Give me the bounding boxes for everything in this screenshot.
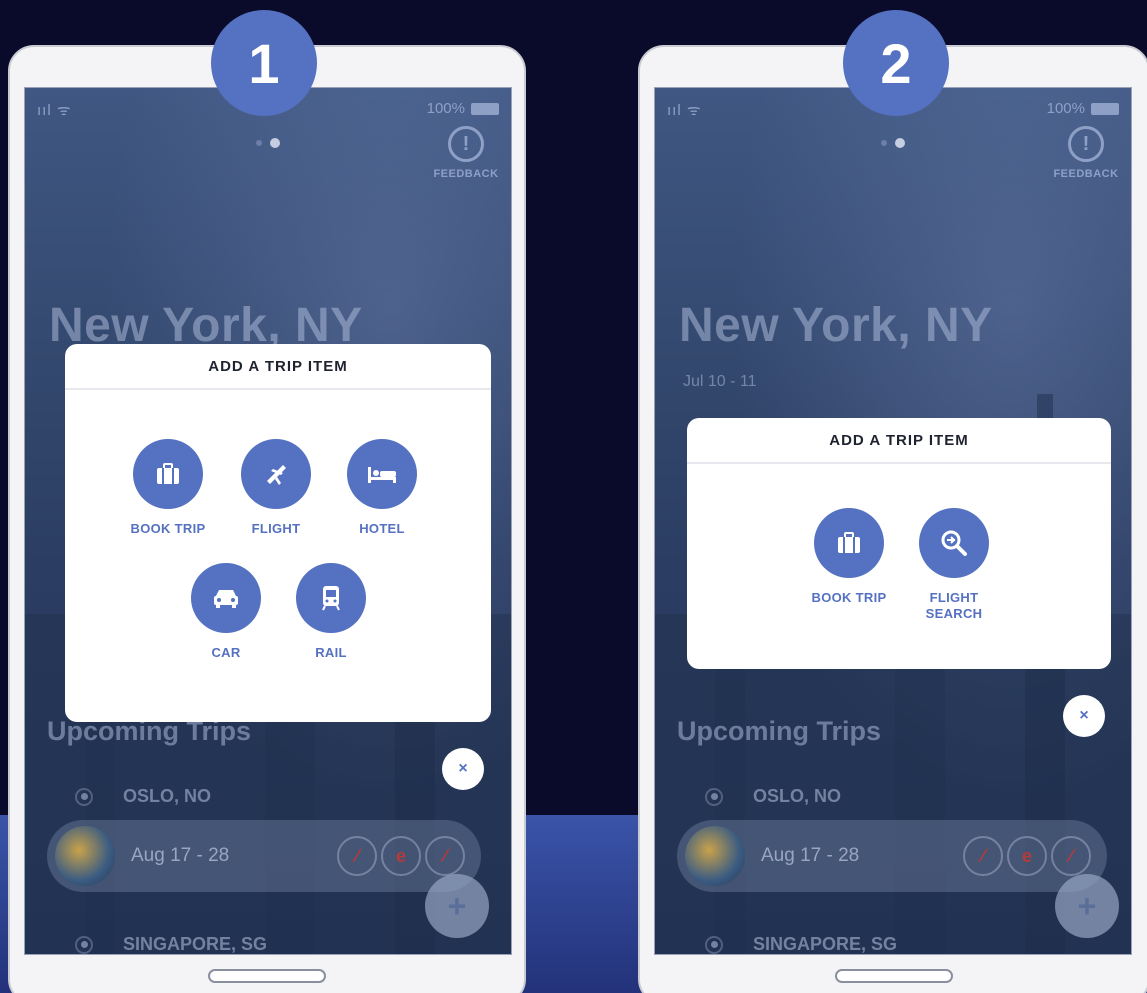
option-rail[interactable]: RAIL — [281, 563, 381, 661]
trip-city: OSLO, NO — [753, 786, 842, 806]
option-label: BOOK TRIP — [811, 590, 887, 605]
trip-list-item[interactable]: SINGAPORE, SG — [705, 934, 898, 954]
option-label: FLIGHT — [251, 521, 301, 536]
step-badge-1: 1 — [211, 10, 317, 116]
feedback-button[interactable]: ! FEEDBACK — [431, 126, 501, 180]
trip-city: SINGAPORE, SG — [123, 934, 268, 954]
phone-mockup-1: ııl ᯤ 100% ! FEEDBACK New York, NY Upcom… — [8, 45, 526, 993]
add-trip-button[interactable]: + — [425, 874, 489, 938]
battery-icon — [471, 102, 499, 115]
airline-logo-icon: ⁄ — [337, 836, 377, 876]
option-flight-search[interactable]: FLIGHT SEARCH — [904, 508, 1004, 622]
page-dot-active — [270, 138, 280, 148]
option-label: CAR — [211, 645, 241, 660]
add-trip-item-modal: ADD A TRIP ITEM BOOK TRIP FLIGHT SEARCH — [687, 418, 1111, 669]
app-screen: ııl ᯤ 100% ! FEEDBACK New York, NY Upcom… — [24, 87, 512, 955]
trip-dates: Aug 17 - 28 — [761, 845, 860, 866]
timeline-bullet-icon — [705, 787, 723, 806]
page-dot-active — [895, 138, 905, 148]
trip-thumbnail — [55, 826, 115, 886]
option-label: HOTEL — [359, 521, 405, 536]
add-trip-item-modal: ADD A TRIP ITEM BOOK TRIP FLIGHT HOTEL C… — [65, 344, 491, 722]
feedback-label: FEEDBACK — [1053, 168, 1119, 180]
option-hotel[interactable]: HOTEL — [332, 439, 432, 537]
battery-percent: 100% — [426, 100, 465, 117]
trip-list-item[interactable]: SINGAPORE, SG — [75, 934, 268, 954]
city-title: New York, NY — [679, 299, 993, 352]
timeline-bullet-icon — [75, 787, 93, 806]
battery-indicator: 100% — [427, 100, 499, 117]
airline-logo-icon: ⁄ — [425, 836, 465, 876]
signal-icon: ııl ᯤ — [667, 102, 702, 119]
battery-icon — [1091, 102, 1119, 115]
airline-logo-icon: ⁄ — [963, 836, 1003, 876]
option-car[interactable]: CAR — [176, 563, 276, 661]
trip-list-item[interactable]: OSLO, NO — [75, 786, 211, 807]
add-trip-button[interactable]: + — [1055, 874, 1119, 938]
page-dot — [881, 140, 887, 146]
trip-card[interactable]: Aug 17 - 28 ⁄ e ⁄ — [677, 820, 1107, 892]
airline-logo-icon: ⁄ — [1051, 836, 1091, 876]
option-book-trip[interactable]: BOOK TRIP — [799, 508, 899, 606]
trip-list-item[interactable]: OSLO, NO — [705, 786, 841, 807]
close-modal-button[interactable]: × — [442, 748, 484, 790]
train-icon — [296, 563, 366, 633]
hotel-logo-icon: e — [1007, 836, 1047, 876]
option-label: BOOK TRIP — [130, 521, 206, 536]
option-label: FLIGHT SEARCH — [925, 590, 983, 621]
battery-indicator: 100% — [1047, 100, 1119, 117]
trip-city: OSLO, NO — [123, 786, 212, 806]
modal-title: ADD A TRIP ITEM — [687, 418, 1111, 464]
app-screen: ııl ᯤ 100% ! FEEDBACK New York, NY Jul 1… — [654, 87, 1132, 955]
home-indicator — [208, 969, 326, 983]
feedback-label: FEEDBACK — [433, 168, 499, 180]
modal-title: ADD A TRIP ITEM — [65, 344, 491, 390]
bed-icon — [347, 439, 417, 509]
option-book-trip[interactable]: BOOK TRIP — [118, 439, 218, 537]
trip-card[interactable]: Aug 17 - 28 ⁄ e ⁄ — [47, 820, 481, 892]
timeline-bullet-icon — [75, 935, 93, 954]
option-label: RAIL — [315, 645, 347, 660]
step-badge-2: 2 — [843, 10, 949, 116]
close-modal-button[interactable]: × — [1063, 695, 1105, 737]
car-icon — [191, 563, 261, 633]
trip-thumbnail — [685, 826, 745, 886]
flight-search-icon — [919, 508, 989, 578]
home-indicator — [835, 969, 953, 983]
trip-city: SINGAPORE, SG — [753, 934, 898, 954]
trip-dates: Aug 17 - 28 — [131, 845, 230, 866]
phone-mockup-2: ııl ᯤ 100% ! FEEDBACK New York, NY Jul 1… — [638, 45, 1147, 993]
upcoming-trips-heading: Upcoming Trips — [677, 716, 882, 746]
booking-logos: ⁄ e ⁄ — [337, 836, 465, 876]
feedback-icon: ! — [1068, 126, 1104, 162]
plane-icon — [241, 439, 311, 509]
timeline-bullet-icon — [705, 935, 723, 954]
suitcase-icon — [814, 508, 884, 578]
booking-logos: ⁄ e ⁄ — [963, 836, 1091, 876]
hotel-logo-icon: e — [381, 836, 421, 876]
option-flight[interactable]: FLIGHT — [226, 439, 326, 537]
suitcase-icon — [133, 439, 203, 509]
battery-percent: 100% — [1046, 100, 1085, 117]
feedback-icon: ! — [448, 126, 484, 162]
city-dates: Jul 10 - 11 — [683, 373, 757, 390]
signal-icon: ııl ᯤ — [37, 102, 72, 119]
page-dot — [256, 140, 262, 146]
feedback-button[interactable]: ! FEEDBACK — [1051, 126, 1121, 180]
